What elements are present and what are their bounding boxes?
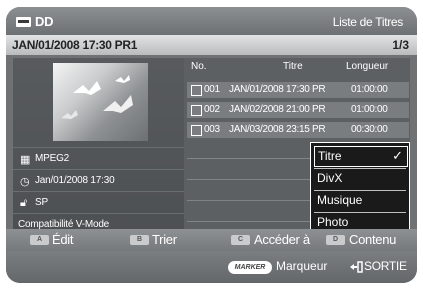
- quality-row: 🔓︎ SP: [13, 191, 184, 214]
- color-button-bar: A Édit B Trier C Accéder à D Contenu: [6, 229, 417, 251]
- title-row[interactable]: 003 JAN/03/2008 23:15 PR 00:30:00: [187, 122, 409, 138]
- row-length: 00:30:00: [351, 124, 388, 135]
- row-length: 01:00:00: [351, 104, 388, 115]
- info-bar: JAN/01/2008 17:30 PR1 1/3: [6, 35, 417, 55]
- menu-item-label: Musique: [317, 193, 363, 207]
- hdd-icon: [16, 17, 31, 27]
- title-row[interactable]: 001 JAN/01/2008 17:30 PR 01:00:00: [187, 82, 409, 98]
- menu-item-musique[interactable]: Musique: [314, 191, 406, 210]
- row-checkbox[interactable]: [191, 105, 202, 116]
- unlock-icon: 🔓︎: [20, 197, 27, 209]
- page-indicator: 1/3: [392, 38, 409, 52]
- details-panel: ▦ MPEG2 ◷ Jan/01/2008 17:30 🔓︎ SP Compat…: [13, 58, 184, 233]
- format-value: MPEG2: [35, 153, 70, 164]
- row-title: JAN/02/2008 21:00 PR: [229, 104, 326, 115]
- device-label: DD: [35, 14, 54, 29]
- recorded-row: ◷ Jan/01/2008 17:30: [13, 169, 184, 192]
- quality-value: SP: [35, 197, 48, 208]
- content-type-menu[interactable]: Titre ✓ DivX Musique Photo: [310, 142, 410, 236]
- edit-button[interactable]: Édit: [52, 232, 74, 247]
- row-checkbox[interactable]: [191, 125, 202, 136]
- key-c[interactable]: C: [231, 235, 250, 245]
- film-icon: ▦: [20, 154, 31, 166]
- content-button[interactable]: Contenu: [349, 232, 396, 247]
- menu-item-label: Titre: [318, 149, 342, 163]
- column-no: No.: [191, 61, 207, 72]
- sort-button[interactable]: Trier: [152, 232, 177, 247]
- top-bar: DD Liste de Titres: [6, 7, 417, 35]
- screen-title: Liste de Titres: [332, 15, 404, 29]
- menu-item-divx[interactable]: DivX: [314, 169, 406, 188]
- title-thumbnail: [53, 63, 148, 141]
- format-row: ▦ MPEG2: [13, 147, 184, 170]
- selected-title-datetime: JAN/01/2008 17:30 PR1: [12, 38, 138, 52]
- bottom-bar: MARKER Marqueur SORTIE: [6, 251, 417, 283]
- row-title: JAN/01/2008 17:30 PR: [229, 84, 326, 95]
- title-row[interactable]: 002 JAN/02/2008 21:00 PR 01:00:00: [187, 102, 409, 118]
- recorded-value: Jan/01/2008 17:30: [35, 175, 115, 186]
- content-area: ▦ MPEG2 ◷ Jan/01/2008 17:30 🔓︎ SP Compat…: [13, 58, 410, 236]
- exit-icon: [350, 261, 363, 273]
- row-no: 002: [204, 104, 220, 115]
- row-no: 003: [204, 124, 220, 135]
- check-icon: ✓: [392, 148, 403, 163]
- goto-button[interactable]: Accéder à: [254, 232, 310, 247]
- row-checkbox[interactable]: [191, 85, 202, 96]
- key-a[interactable]: A: [30, 235, 49, 245]
- menu-item-label: Photo: [317, 215, 349, 229]
- column-title: Titre: [283, 61, 303, 72]
- row-length: 01:00:00: [351, 84, 388, 95]
- row-title: JAN/03/2008 23:15 PR: [229, 124, 326, 135]
- menu-item-titre[interactable]: Titre ✓: [314, 146, 408, 167]
- exit-button[interactable]: SORTIE: [364, 259, 407, 273]
- title-list-screen: DD Liste de Titres JAN/01/2008 17:30 PR1…: [6, 7, 417, 283]
- clock-icon: ◷: [20, 176, 30, 188]
- menu-item-label: DivX: [317, 171, 343, 185]
- marker-key[interactable]: MARKER: [228, 261, 272, 274]
- key-d[interactable]: D: [326, 235, 345, 245]
- marker-button[interactable]: Marqueur: [276, 259, 327, 273]
- key-b[interactable]: B: [130, 235, 149, 245]
- row-no: 001: [204, 84, 220, 95]
- column-length: Longueur: [346, 61, 389, 72]
